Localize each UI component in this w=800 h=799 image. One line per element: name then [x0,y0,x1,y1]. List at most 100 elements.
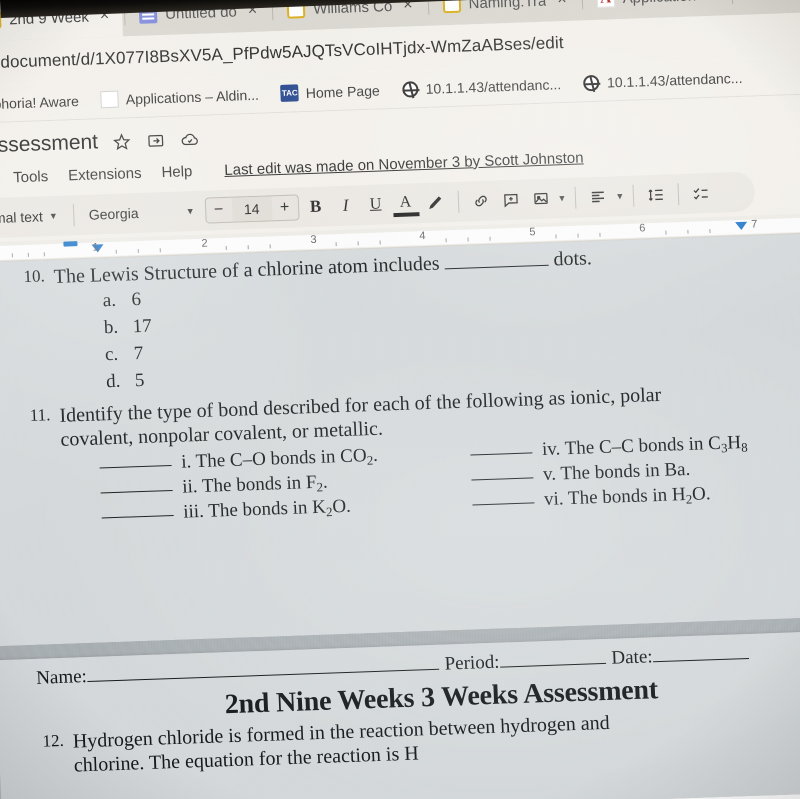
bookmark-label: 10.1.1.43/attendanc... [606,69,743,91]
tab-title: 2nd 9 Week [8,8,90,28]
font-size-value[interactable]: 14 [231,196,273,222]
gmail-icon [746,0,765,3]
last-edit-link[interactable]: Last edit was made on November 3 by Scot… [224,149,584,179]
ruler-number: 5 [529,226,536,239]
cloud-saved-icon[interactable] [180,129,201,150]
answer-blank[interactable] [472,502,535,506]
answer-blank[interactable] [100,490,173,494]
option-value: 6 [131,288,142,310]
add-comment-icon[interactable] [497,187,524,214]
question-number: 10. [23,266,46,287]
increase-font-size-button[interactable]: + [271,195,298,220]
toolbar-divider [457,190,459,213]
browser-tab-5[interactable]: Inb [733,0,800,15]
close-icon[interactable]: × [400,0,416,16]
period-blank[interactable] [499,647,606,668]
answer-blank[interactable] [444,264,549,270]
bookmark-attendance-1[interactable]: 10.1.1.43/attendanc... [401,75,561,98]
option-letter: c. [104,343,119,365]
toolbar-divider [632,184,635,207]
question-number: 11. [29,405,51,426]
bookmark-applications-aldine[interactable]: Applications – Aldin... [100,86,259,109]
close-icon[interactable]: × [244,1,260,22]
chevron-down-icon: ▼ [185,206,195,217]
answer-blank[interactable] [101,515,174,519]
item-roman: vi. [543,488,564,510]
item-tail: O. [331,496,352,518]
text-color-button[interactable]: A [392,190,420,218]
ruler-number: 3 [310,233,317,246]
bookmark-eduphoria[interactable]: Eduphoria! Aware [0,92,79,114]
item-tail: . [322,471,329,493]
tab-divider [271,0,274,21]
tab-title: Untitled do [164,2,238,23]
answer-blank[interactable] [99,464,172,469]
first-line-indent-marker[interactable] [63,241,78,247]
align-left-icon[interactable] [585,183,612,210]
page-title[interactable]: eks Assessment [0,130,99,159]
browser-tab-1[interactable]: Untitled do × [126,0,271,36]
document-canvas[interactable]: 10. The Lewis Structure of a chlorine at… [0,232,800,799]
name-blank[interactable] [86,653,439,683]
menu-extensions[interactable]: Extensions [68,164,142,184]
option-letter: d. [105,370,121,392]
right-indent-marker[interactable] [735,221,748,231]
browser-tab-2[interactable]: Williams Co × [274,0,426,31]
link-icon[interactable] [467,188,494,215]
decrease-font-size-button[interactable]: − [205,198,232,223]
underline-button[interactable]: U [362,191,389,218]
item-text: The C–C bonds in C [564,432,722,459]
close-icon[interactable]: × [96,6,112,27]
chevron-down-icon[interactable]: ▼ [615,191,624,201]
checklist-icon[interactable] [688,180,715,207]
option-value: 17 [132,315,153,337]
chevron-down-icon: ▼ [48,210,58,222]
bold-button[interactable]: B [302,193,329,220]
question-text-tail: dots. [553,247,593,271]
font-family-value: Georgia [88,204,139,223]
docs-yellow-icon [0,10,2,30]
item-text: The bonds in K [207,497,327,523]
italic-button[interactable]: I [332,192,359,219]
line-spacing-icon[interactable] [643,181,670,208]
docs-yellow-icon [442,0,461,14]
close-icon[interactable]: × [554,0,570,10]
paragraph-style-dropdown[interactable]: Normal text ▼ [0,204,64,231]
close-icon[interactable]: × [704,0,720,5]
menu-help[interactable]: Help [161,163,193,181]
toolbar-divider [677,183,680,206]
item-text: The C–O bonds in CO [195,444,367,472]
bookmark-label: Applications – Aldin... [125,86,260,107]
ruler-number: 2 [201,237,208,250]
font-family-dropdown[interactable]: Georgia ▼ [82,199,201,227]
question-11-left-column: i. The C–O bonds in CO2. ii. The bonds i… [99,440,467,529]
toolbar-divider [72,204,75,227]
menu-tools[interactable]: Tools [13,168,49,186]
chevron-down-icon[interactable]: ▼ [557,193,566,203]
browser-tab-0[interactable]: 2nd 9 Week × [0,0,124,42]
ruler-number: 6 [639,222,646,235]
tab-divider [581,0,584,10]
bookmark-home-page[interactable]: TAC Home Page [280,82,380,102]
star-icon[interactable] [112,131,133,152]
name-label: Name: [35,666,88,689]
bookmark-attendance-2[interactable]: 10.1.1.43/attendanc... [583,69,743,92]
item-roman: iii. [182,501,205,524]
font-size-stepper[interactable]: − 14 + [204,194,300,224]
tab-title: Inb [772,0,794,1]
docs-blue-icon [138,5,158,24]
docs-yellow-icon [286,0,306,19]
item-roman: ii. [181,476,198,498]
tab-title: Application [622,0,696,6]
ruler-number: 1 [92,241,99,254]
tac-icon: TAC [280,84,300,102]
answer-blank[interactable] [471,477,534,481]
insert-image-icon[interactable] [527,186,554,213]
answer-blank[interactable] [470,452,533,456]
move-to-folder-icon[interactable] [146,130,167,151]
item-text: The bonds in Ba. [560,458,691,485]
item-tail: . [372,444,379,466]
bookmark-label: 10.1.1.43/attendanc... [425,75,562,97]
date-blank[interactable] [652,642,749,663]
highlighter-pen-icon[interactable] [422,189,449,216]
